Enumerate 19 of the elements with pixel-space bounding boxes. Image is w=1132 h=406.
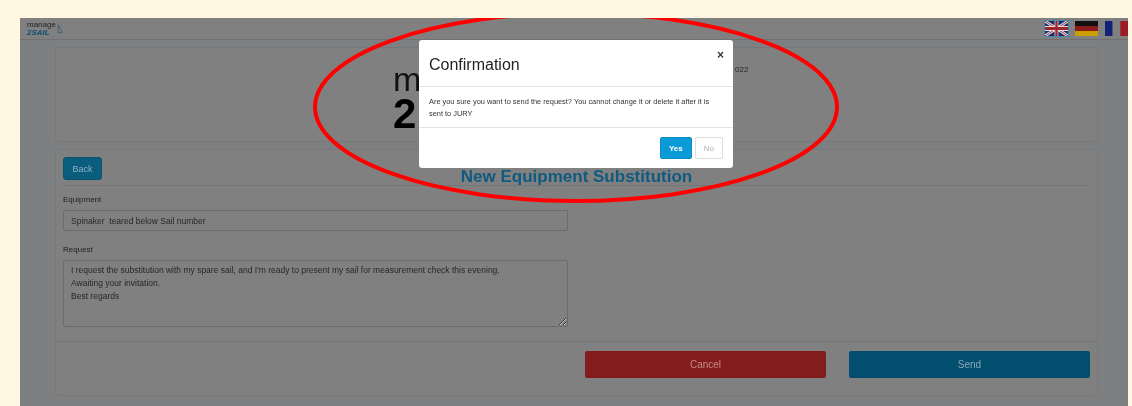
cancel-button[interactable]: Cancel xyxy=(585,351,826,378)
logo-text: 2SAIL xyxy=(27,28,51,37)
logo-text: 2 xyxy=(393,94,417,134)
dialog-title: Confirmation xyxy=(429,56,520,74)
back-button[interactable]: Back xyxy=(63,157,102,180)
logo-text: m xyxy=(393,64,422,94)
equipment-input[interactable]: Spinaker teared below Sail number xyxy=(63,210,568,231)
event-date: 022 xyxy=(735,65,749,74)
logo-text: manage xyxy=(27,20,56,29)
field-label: Equipment xyxy=(63,195,103,204)
form-title: New Equipment Substitution xyxy=(460,166,693,187)
yes-button[interactable]: Yes xyxy=(659,137,692,159)
close-button[interactable]: × xyxy=(717,49,724,61)
flag-icon[interactable] xyxy=(1074,20,1099,37)
sail-icon xyxy=(56,22,63,35)
no-button[interactable]: No xyxy=(694,137,723,159)
send-button[interactable]: Send xyxy=(849,351,1090,378)
field-label: Request xyxy=(63,245,94,254)
flag-icon[interactable] xyxy=(1044,20,1069,37)
